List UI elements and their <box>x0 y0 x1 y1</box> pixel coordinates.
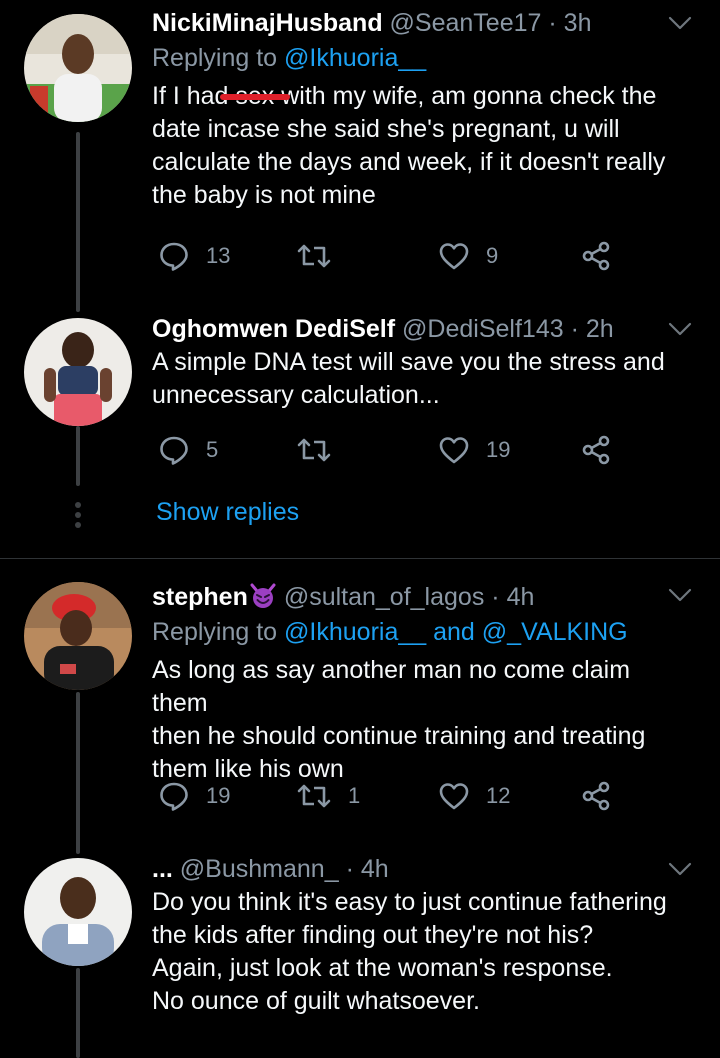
like-button[interactable]: 12 <box>438 776 510 816</box>
chevron-down-icon[interactable] <box>668 16 692 30</box>
timestamp[interactable]: 2h <box>586 315 614 343</box>
show-replies-link[interactable]: Show replies <box>156 498 299 527</box>
tweet-2[interactable]: Oghomwen DediSelf @DediSelf143 · 2h A si… <box>0 300 720 560</box>
avatar[interactable] <box>24 582 132 690</box>
author-handle[interactable]: @Bushmann_ <box>180 855 339 883</box>
retweet-count: 1 <box>348 783 361 808</box>
reply-count: 5 <box>206 437 219 462</box>
retweet-icon <box>296 782 332 810</box>
like-count: 19 <box>486 437 511 462</box>
author-name[interactable]: stephen <box>152 583 248 611</box>
reply-icon <box>158 434 190 466</box>
author-handle[interactable]: @SeanTee17 <box>390 9 542 37</box>
reply-button[interactable]: 5 <box>158 430 218 470</box>
more-replies-dots <box>74 502 82 532</box>
reply-button[interactable]: 19 <box>158 776 230 816</box>
thread-line <box>76 426 80 486</box>
and-label: and <box>433 618 475 646</box>
author-name[interactable]: NickiMinajHusband <box>152 9 383 37</box>
timestamp[interactable]: 4h <box>361 855 389 883</box>
chevron-down-icon[interactable] <box>668 588 692 602</box>
heart-icon <box>438 241 470 271</box>
like-button[interactable]: 9 <box>438 236 498 276</box>
tweet-text: If I had sex with my wife, am gonna chec… <box>152 82 666 209</box>
redaction-mark <box>220 94 290 100</box>
mention-link[interactable]: @Ikhuoria__ <box>284 618 426 646</box>
reply-button[interactable]: 13 <box>158 236 230 276</box>
heart-icon <box>438 781 470 811</box>
tweet-3[interactable]: stephen @sultan_of_lagos · 4h Replying t… <box>0 560 720 854</box>
avatar[interactable] <box>24 14 132 122</box>
mention-link[interactable]: @Ikhuoria__ <box>284 44 426 72</box>
share-button[interactable] <box>580 430 612 470</box>
replying-to-label: Replying to <box>152 618 278 646</box>
share-icon <box>580 434 612 466</box>
tweet-1[interactable]: NickiMinajHusband @SeanTee17 · 3h Replyi… <box>0 0 720 312</box>
author-handle[interactable]: @DediSelf143 <box>402 315 564 343</box>
retweet-icon <box>296 242 332 270</box>
avatar[interactable] <box>24 318 132 426</box>
tweet-text: Do you think it's easy to just continue … <box>152 888 667 1015</box>
tweet-text: A simple DNA test will save you the stre… <box>152 348 665 409</box>
share-icon <box>580 240 612 272</box>
chevron-down-icon[interactable] <box>668 322 692 336</box>
chevron-down-icon[interactable] <box>668 862 692 876</box>
author-name[interactable]: ... <box>152 855 173 883</box>
author-handle[interactable]: @sultan_of_lagos <box>284 583 485 611</box>
thread-line <box>76 692 80 854</box>
reply-count: 19 <box>206 783 231 808</box>
share-icon <box>580 780 612 812</box>
retweet-button[interactable] <box>296 430 348 470</box>
tweet-text: As long as say another man no come claim… <box>152 656 646 783</box>
devil-emoji-icon <box>250 583 276 608</box>
mention-link[interactable]: @_VALKING <box>482 618 628 646</box>
replying-to-label: Replying to <box>152 44 278 72</box>
timestamp[interactable]: 4h <box>507 583 535 611</box>
like-count: 9 <box>486 243 499 268</box>
like-button[interactable]: 19 <box>438 430 510 470</box>
tweet-4[interactable]: ... @Bushmann_ · 4h Do you think it's ea… <box>0 850 720 1058</box>
thread-line <box>76 132 80 312</box>
heart-icon <box>438 435 470 465</box>
separator: · <box>345 855 354 883</box>
timestamp[interactable]: 3h <box>564 9 592 37</box>
divider <box>0 558 720 559</box>
separator: · <box>548 9 557 37</box>
avatar[interactable] <box>24 858 132 966</box>
separator: · <box>491 583 500 611</box>
retweet-icon <box>296 436 332 464</box>
author-name[interactable]: Oghomwen DediSelf <box>152 315 395 343</box>
reply-icon <box>158 780 190 812</box>
share-button[interactable] <box>580 776 612 816</box>
reply-icon <box>158 240 190 272</box>
share-button[interactable] <box>580 236 612 276</box>
thread-line <box>76 968 80 1058</box>
retweet-button[interactable] <box>296 236 348 276</box>
reply-count: 13 <box>206 243 231 268</box>
like-count: 12 <box>486 783 511 808</box>
separator: · <box>570 315 579 343</box>
retweet-button[interactable]: 1 <box>296 776 360 816</box>
